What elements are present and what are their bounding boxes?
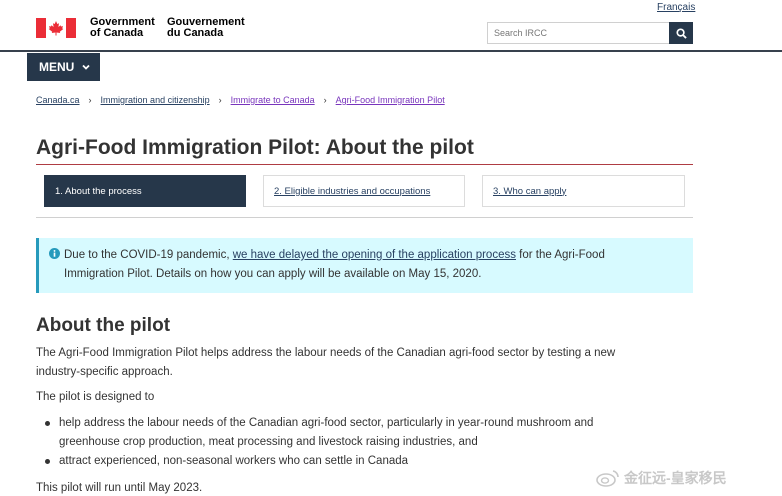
search-icon bbox=[675, 27, 687, 39]
breadcrumb-separator-icon: › bbox=[323, 95, 327, 105]
step-navigation: 1. About the process 2. Eligible industr… bbox=[44, 175, 685, 207]
alert-delayed-link[interactable]: we have delayed the opening of the appli… bbox=[233, 249, 516, 261]
menu-label: MENU bbox=[39, 60, 75, 74]
breadcrumb-link-immigrate-to-canada[interactable]: Immigrate to Canada bbox=[231, 95, 315, 105]
watermark: 金征远-皇家移民 bbox=[596, 468, 727, 488]
search-input[interactable] bbox=[487, 22, 670, 44]
intro-line-2: industry-specific approach. bbox=[36, 366, 173, 378]
signature-en-line2: of Canada bbox=[90, 27, 144, 39]
alert-line-2: Immigration Pilot. Details on how you ca… bbox=[64, 268, 482, 280]
breadcrumb-link-canada[interactable]: Canada.ca bbox=[36, 95, 80, 105]
signature-fr-line2: du Canada bbox=[167, 27, 224, 39]
title-underline bbox=[36, 164, 693, 165]
step-who-can-apply[interactable]: 3. Who can apply bbox=[482, 175, 685, 207]
pilot-goals-list: help address the labour needs of the Can… bbox=[36, 414, 676, 471]
page-title: Agri-Food Immigration Pilot: About the p… bbox=[36, 136, 474, 159]
step-label[interactable]: 2. Eligible industries and occupations bbox=[274, 186, 430, 197]
government-signature-fr[interactable]: Gouvernement du Canada bbox=[167, 17, 247, 39]
government-signature-en[interactable]: Government of Canada bbox=[90, 17, 160, 39]
breadcrumb-link-agri-food-pilot[interactable]: Agri-Food Immigration Pilot bbox=[336, 95, 445, 105]
alert-text-after: for the Agri-Food bbox=[515, 249, 605, 261]
step-label: 1. About the process bbox=[55, 185, 142, 197]
canada-flag-icon bbox=[36, 18, 76, 38]
designed-to-paragraph: The pilot is designed to bbox=[36, 391, 155, 403]
list-item: help address the labour needs of the Can… bbox=[36, 414, 676, 452]
chevron-down-icon bbox=[82, 64, 90, 70]
covid-alert: Due to the COVID-19 pandemic, we have de… bbox=[36, 238, 693, 293]
runs-until-paragraph: This pilot will run until May 2023. bbox=[36, 482, 203, 494]
weibo-logo-icon bbox=[596, 470, 619, 487]
search-button[interactable] bbox=[669, 22, 693, 44]
breadcrumb-link-immigration-citizenship[interactable]: Immigration and citizenship bbox=[101, 95, 210, 105]
list-item-line-1: attract experienced, non-seasonal worker… bbox=[59, 455, 409, 467]
list-item: attract experienced, non-seasonal worker… bbox=[36, 452, 676, 471]
section-heading: About the pilot bbox=[36, 315, 171, 336]
menu-button[interactable]: MENU bbox=[27, 53, 100, 81]
alert-text-before: Due to the COVID-19 pandemic, bbox=[64, 249, 233, 261]
steps-divider bbox=[36, 217, 693, 218]
intro-paragraph: The Agri-Food Immigration Pilot helps ad… bbox=[36, 344, 676, 382]
list-item-line-1: help address the labour needs of the Can… bbox=[59, 417, 594, 429]
step-about-the-process[interactable]: 1. About the process bbox=[44, 175, 246, 207]
header-divider bbox=[0, 50, 782, 52]
site-header: Government of Canada Gouvernement du Can… bbox=[0, 0, 782, 52]
breadcrumb: Canada.ca › Immigration and citizenship … bbox=[36, 95, 445, 105]
info-icon bbox=[49, 248, 60, 259]
step-label[interactable]: 3. Who can apply bbox=[493, 186, 566, 197]
step-eligible-industries[interactable]: 2. Eligible industries and occupations bbox=[263, 175, 465, 207]
alert-line-1: Due to the COVID-19 pandemic, we have de… bbox=[49, 246, 683, 265]
breadcrumb-separator-icon: › bbox=[88, 95, 92, 105]
list-item-line-2: greenhouse crop production, meat process… bbox=[59, 436, 478, 448]
watermark-text: 金征远-皇家移民 bbox=[624, 470, 727, 486]
intro-line-1: The Agri-Food Immigration Pilot helps ad… bbox=[36, 347, 616, 359]
breadcrumb-separator-icon: › bbox=[218, 95, 222, 105]
